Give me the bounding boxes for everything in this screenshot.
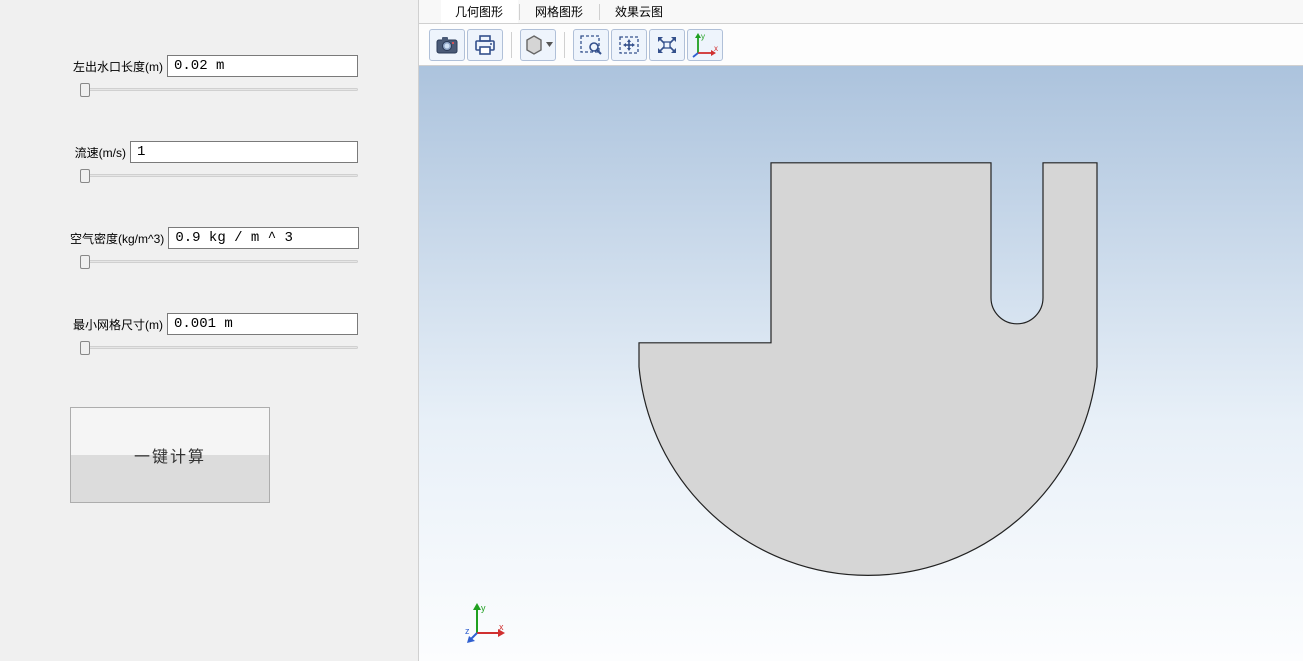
slider-flow-velocity[interactable]	[80, 167, 358, 185]
tab-mesh[interactable]: 网格图形	[521, 0, 598, 23]
input-flow-velocity[interactable]	[130, 141, 358, 163]
input-outlet-length[interactable]	[167, 55, 358, 77]
input-min-mesh[interactable]	[167, 313, 358, 335]
zoom-box-icon	[579, 34, 603, 56]
viewer-toolbar: y x	[419, 24, 1303, 66]
param-min-mesh: 最小网格尺寸(m)	[70, 313, 358, 357]
param-flow-velocity: 流速(m/s)	[70, 141, 358, 185]
zoom-fit-button[interactable]	[649, 29, 685, 61]
axes-button[interactable]: y x	[687, 29, 723, 61]
input-air-density[interactable]	[168, 227, 359, 249]
param-outlet-length: 左出水口长度(m)	[70, 55, 358, 99]
label-min-mesh: 最小网格尺寸(m)	[70, 316, 167, 333]
screenshot-button[interactable]	[429, 29, 465, 61]
slider-air-density[interactable]	[80, 253, 358, 271]
pan-icon	[617, 34, 641, 56]
view-tabs: 几何图形 网格图形 效果云图	[419, 0, 1303, 24]
svg-text:x: x	[714, 44, 718, 53]
axis-gizmo: y x z	[465, 601, 507, 643]
tab-geometry[interactable]: 几何图形	[441, 0, 518, 23]
fit-icon	[655, 34, 679, 56]
hexagon-icon	[523, 34, 545, 56]
param-air-density: 空气密度(kg/m^3)	[70, 227, 358, 271]
parameters-panel: 左出水口长度(m) 流速(m/s) 空气密度(kg/m^3) 最小网格尺寸(m)	[0, 0, 418, 661]
label-outlet-length: 左出水口长度(m)	[70, 58, 167, 75]
zoom-box-button[interactable]	[573, 29, 609, 61]
print-button[interactable]	[467, 29, 503, 61]
geometry-viewport[interactable]: y x z	[419, 66, 1303, 661]
label-air-density: 空气密度(kg/m^3)	[70, 230, 168, 247]
camera-icon	[436, 36, 458, 54]
slider-min-mesh[interactable]	[80, 339, 358, 357]
label-flow-velocity: 流速(m/s)	[70, 144, 130, 161]
tab-contour[interactable]: 效果云图	[601, 0, 678, 23]
svg-text:z: z	[465, 626, 470, 636]
calculate-button[interactable]: 一键计算	[70, 407, 270, 503]
printer-icon	[474, 35, 496, 55]
svg-text:y: y	[481, 603, 486, 613]
chevron-down-icon	[546, 42, 553, 47]
pan-button[interactable]	[611, 29, 647, 61]
axes-icon: y x	[690, 31, 720, 59]
slider-outlet-length[interactable]	[80, 81, 358, 99]
viewer-panel: 几何图形 网格图形 效果云图	[418, 0, 1303, 661]
svg-text:y: y	[701, 32, 705, 41]
svg-text:x: x	[499, 622, 504, 632]
settings-button[interactable]	[520, 29, 556, 61]
geometry-shape	[611, 152, 1111, 592]
